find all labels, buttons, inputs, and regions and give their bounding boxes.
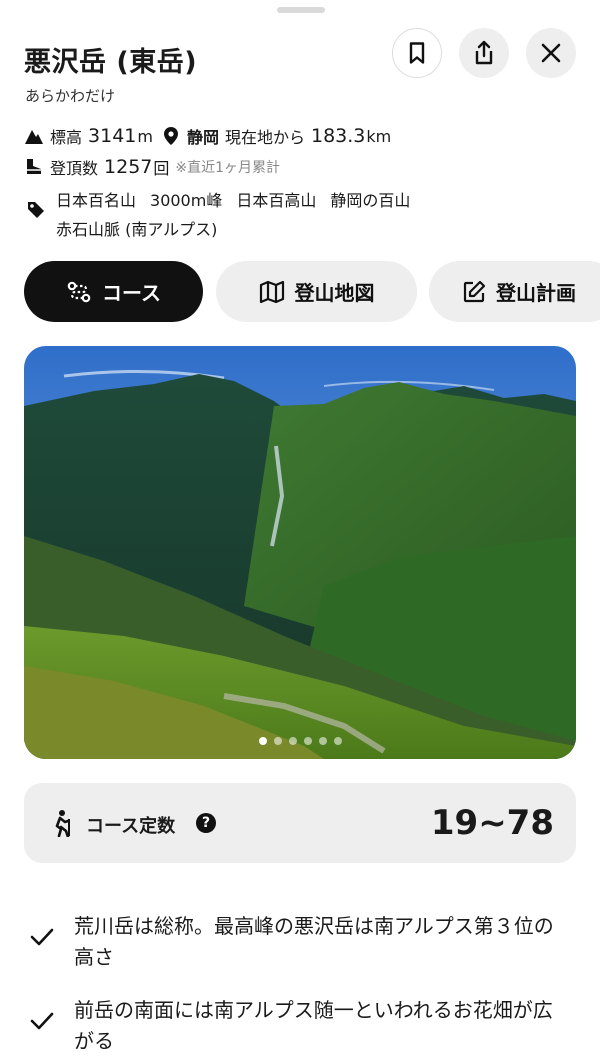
bookmark-button[interactable] — [392, 28, 442, 78]
tab-map[interactable]: 登山地図 — [216, 261, 417, 322]
tag-item: 日本百高山 — [236, 191, 317, 210]
check-icon — [30, 1012, 54, 1030]
elevation-label: 標高 — [50, 128, 83, 147]
carousel-dot[interactable] — [288, 737, 297, 745]
mountain-photo — [24, 346, 576, 759]
tab-plan-label: 登山計画 — [496, 281, 576, 305]
distance-value: 183.3 — [311, 125, 366, 147]
share-button[interactable] — [459, 28, 509, 78]
edit-icon — [462, 280, 486, 304]
mountain-icon — [24, 126, 44, 146]
course-constant-label: コース定数 — [86, 816, 176, 837]
hiker-icon — [50, 809, 74, 841]
elevation-value: 3141 — [88, 125, 137, 147]
course-constant-value: 19~78 — [430, 803, 554, 843]
bookmark-icon — [409, 42, 425, 64]
carousel-indicator[interactable] — [24, 737, 576, 745]
distance-unit: km — [366, 126, 392, 146]
climbs-row: 登頂数 1257 回 ※直近1ヶ月累計 — [24, 155, 280, 179]
feature-text: 荒川岳は総称。最高峰の悪沢岳は南アルプス第３位の高さ — [74, 914, 554, 969]
location-pin-icon — [161, 126, 181, 146]
tag-item: 静岡の百山 — [330, 191, 411, 210]
route-icon — [66, 280, 92, 304]
carousel-dot[interactable] — [258, 737, 267, 745]
distance-prefix: 現在地から — [224, 128, 305, 147]
sheet-drag-handle[interactable] — [277, 7, 325, 13]
carousel-dot[interactable] — [303, 737, 312, 745]
tab-map-label: 登山地図 — [294, 281, 375, 305]
tab-course-label: コース — [102, 281, 161, 305]
help-icon[interactable]: ? — [196, 813, 216, 833]
tag-item: 赤石山脈 (南アルプス) — [56, 220, 218, 239]
carousel-dot[interactable] — [273, 737, 282, 745]
tag-item: 日本百名山 — [56, 191, 137, 210]
boot-icon — [24, 157, 44, 177]
course-constant-card: コース定数 ? 19~78 — [24, 783, 576, 863]
climbs-label: 登頂数 — [50, 159, 99, 178]
climbs-unit: 回 — [153, 159, 170, 178]
carousel-dot[interactable] — [333, 737, 342, 745]
mountain-photo-carousel[interactable] — [24, 346, 576, 759]
tag-list: 日本百名山 3000m峰 日本百高山 静岡の百山赤石山脈 (南アルプス) — [56, 186, 486, 244]
elevation-distance-row: 標高 3141 m 静岡 現在地から 183.3 km — [24, 124, 399, 148]
close-button[interactable] — [526, 28, 576, 78]
climbs-value: 1257 — [104, 156, 153, 178]
mountain-name: 悪沢岳 (東岳) — [24, 47, 198, 78]
close-icon — [541, 43, 561, 63]
tab-plan[interactable]: 登山計画 — [429, 261, 600, 322]
carousel-dot[interactable] — [318, 737, 327, 745]
feature-text: 前岳の南面には南アルプス随一といわれるお花畑が広がる — [74, 998, 553, 1053]
prefecture: 静岡 — [186, 128, 219, 147]
share-icon — [475, 40, 493, 65]
tag-item: 3000m峰 — [150, 191, 223, 210]
tab-course[interactable]: コース — [24, 261, 203, 322]
tag-icon — [26, 200, 46, 224]
climbs-note: ※直近1ヶ月累計 — [175, 160, 281, 176]
elevation-unit: m — [137, 126, 153, 146]
check-icon — [30, 928, 54, 946]
mountain-reading: あらかわだけ — [25, 87, 116, 105]
map-icon — [259, 280, 285, 304]
